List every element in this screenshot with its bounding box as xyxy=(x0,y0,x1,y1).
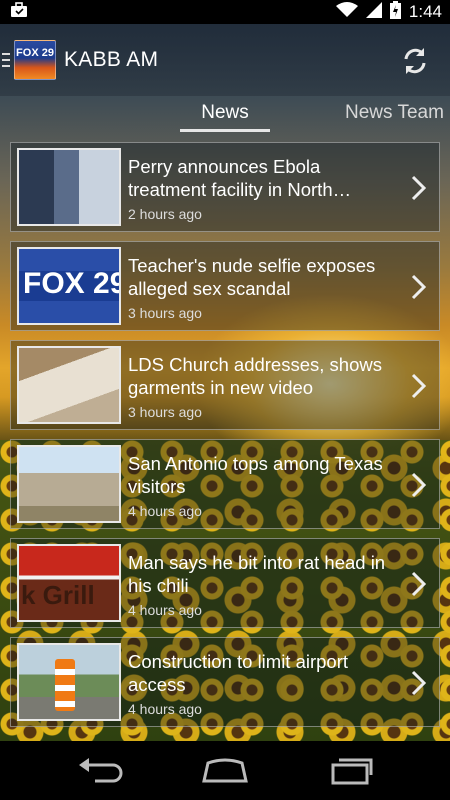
news-item[interactable]: Construction to limit airport access 4 h… xyxy=(10,637,440,727)
app-logo[interactable]: FOX 29 xyxy=(14,40,56,80)
tab-news[interactable]: News xyxy=(180,102,270,124)
recent-apps-icon[interactable] xyxy=(325,755,375,787)
navigation-bar xyxy=(0,741,450,800)
news-time: 4 hours ago xyxy=(128,503,202,519)
news-headline: Man says he bit into rat head in his chi… xyxy=(128,552,386,596)
news-list: Perry announces Ebola treatment facility… xyxy=(10,142,440,736)
wifi-icon xyxy=(335,1,358,23)
news-time: 3 hours ago xyxy=(128,404,202,420)
battery-charging-icon xyxy=(389,0,401,24)
news-item[interactable]: LDS Church addresses, shows garments in … xyxy=(10,340,440,430)
news-item[interactable]: k Grill Man says he bit into rat head in… xyxy=(10,538,440,628)
chevron-right-icon xyxy=(411,274,427,300)
news-time: 3 hours ago xyxy=(128,305,202,321)
news-item[interactable]: FOX 29 Teacher's nude selfie exposes all… xyxy=(10,241,440,331)
news-headline: LDS Church addresses, shows garments in … xyxy=(128,354,382,398)
tab-strip: News News Team xyxy=(0,96,450,136)
home-icon[interactable] xyxy=(200,755,250,787)
news-thumbnail: k Grill xyxy=(17,544,121,622)
refresh-icon[interactable] xyxy=(400,46,430,76)
news-headline: San Antonio tops among Texas visitors xyxy=(128,453,383,497)
chevron-right-icon xyxy=(411,373,427,399)
news-headline: Teacher's nude selfie exposes alleged se… xyxy=(128,255,376,299)
signal-icon xyxy=(365,1,382,23)
traffic-barrel-icon xyxy=(55,659,75,711)
chevron-right-icon xyxy=(411,670,427,696)
news-thumbnail xyxy=(17,445,121,523)
news-thumbnail xyxy=(17,148,121,226)
chevron-right-icon xyxy=(411,175,427,201)
news-time: 2 hours ago xyxy=(128,206,202,222)
news-headline: Perry announces Ebola treatment facility… xyxy=(128,156,352,200)
news-thumbnail xyxy=(17,346,121,424)
news-item[interactable]: Perry announces Ebola treatment facility… xyxy=(10,142,440,232)
briefcase-icon xyxy=(10,1,28,23)
tab-selected-indicator xyxy=(180,129,270,132)
tab-news-team[interactable]: News Team xyxy=(345,102,444,124)
back-icon[interactable] xyxy=(75,755,125,787)
news-item[interactable]: San Antonio tops among Texas visitors 4 … xyxy=(10,439,440,529)
news-headline: Construction to limit airport access xyxy=(128,651,349,695)
thumbnail-fox29-text: FOX 29 xyxy=(23,267,121,300)
chevron-right-icon xyxy=(411,472,427,498)
chevron-right-icon xyxy=(411,571,427,597)
thumbnail-grill-text: k Grill xyxy=(21,580,95,610)
action-bar: FOX 29 KABB AM xyxy=(0,24,450,96)
clock: 1:44 xyxy=(408,2,442,21)
app-title: KABB AM xyxy=(64,48,159,71)
drawer-indicator-icon[interactable] xyxy=(2,53,10,67)
news-thumbnail xyxy=(17,643,121,721)
news-time: 4 hours ago xyxy=(128,602,202,618)
news-time: 4 hours ago xyxy=(128,701,202,717)
news-thumbnail: FOX 29 xyxy=(17,247,121,325)
status-bar: 1:44 xyxy=(0,0,450,24)
